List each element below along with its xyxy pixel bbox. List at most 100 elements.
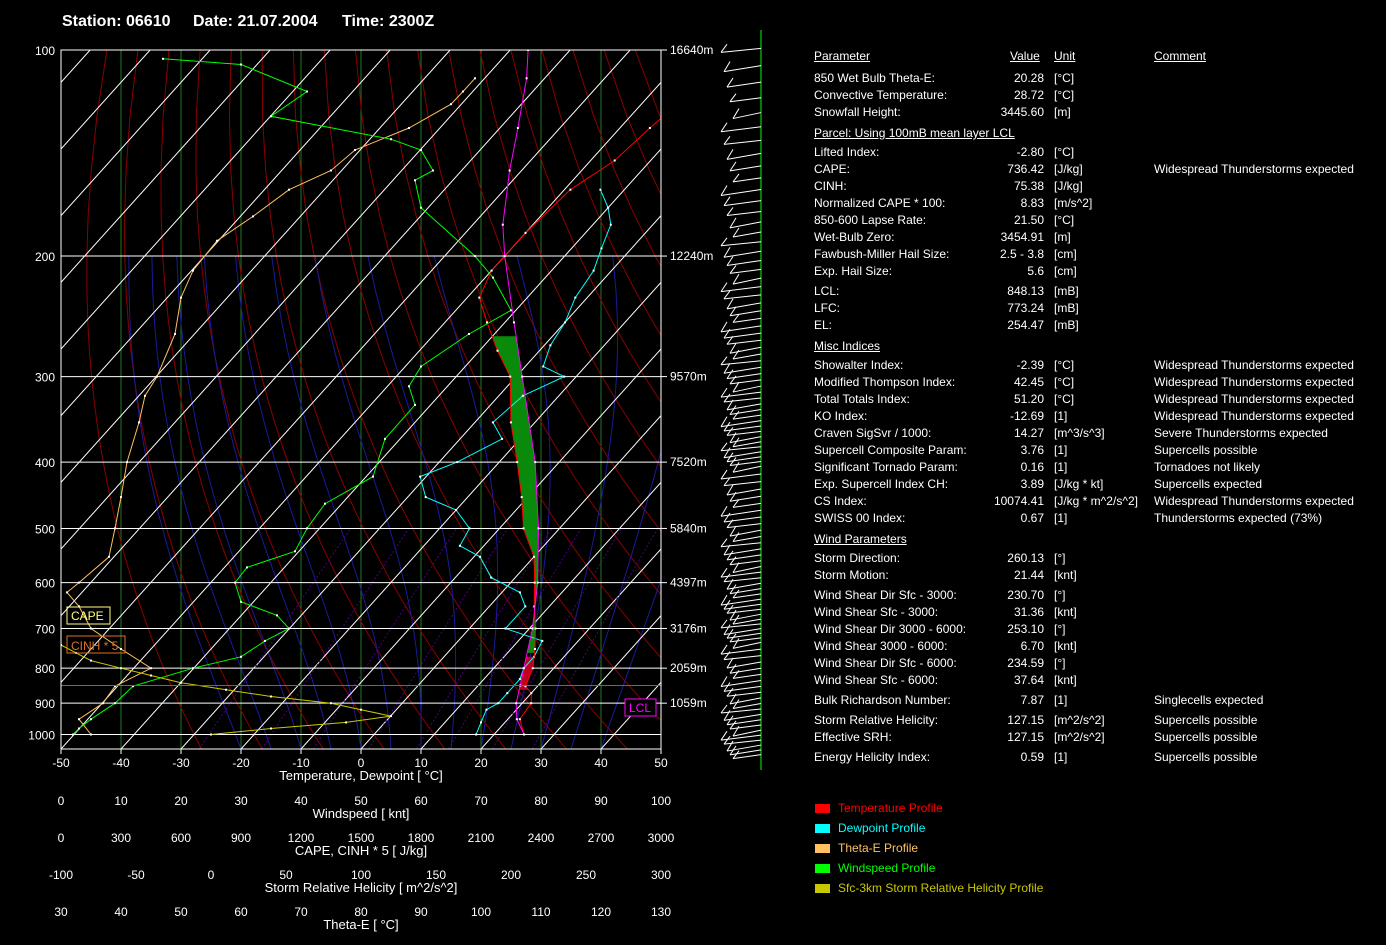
wind-barb-flag — [723, 61, 731, 72]
param-unit: [°C] — [1054, 71, 1075, 85]
windspeed-profile-point — [372, 475, 374, 478]
height-label: 16640m — [670, 43, 713, 57]
thetae-profile-point — [330, 169, 332, 172]
axis-tick-label: 50 — [174, 905, 188, 919]
wind-barb — [729, 165, 762, 172]
legend-swatch — [815, 884, 830, 893]
wind-barb — [726, 259, 762, 266]
wind-barb — [729, 749, 762, 756]
wind-barb — [732, 177, 762, 183]
axis-tick-label: 110 — [531, 905, 550, 919]
wind-barb — [720, 126, 762, 133]
param-unit: [J/kg] — [1054, 162, 1083, 176]
isotherm — [61, 50, 331, 350]
wind-barb — [720, 679, 762, 687]
wind-barb-flag — [726, 604, 734, 614]
wind-barb — [720, 446, 762, 452]
height-label: 9570m — [670, 370, 707, 384]
temperature-profile-point — [509, 421, 512, 424]
axis-tick-label: 0 — [58, 831, 65, 845]
wind-barb — [720, 648, 762, 655]
param-value: 10074.41 — [993, 494, 1044, 508]
section-title-text: Misc Indices — [814, 339, 881, 353]
param-unit: [1] — [1054, 409, 1068, 423]
param-unit: [°C] — [1054, 213, 1075, 227]
parcel-profile-point — [537, 527, 540, 530]
param-unit: [knt] — [1054, 568, 1077, 582]
pressure-tick-label: 300 — [35, 371, 55, 385]
wind-barb-flag — [723, 573, 731, 583]
param-value: 37.64 — [1013, 673, 1044, 687]
temperature-profile-point — [648, 127, 651, 129]
wind-barb-flag — [720, 122, 728, 133]
param-value: 127.15 — [1007, 730, 1044, 744]
wind-barb — [723, 655, 762, 661]
wind-barb-flag — [720, 282, 728, 292]
wind-barb — [720, 598, 762, 606]
dewpoint-profile-point — [600, 247, 603, 250]
param-unit: [°C] — [1054, 88, 1075, 102]
thetae-profile-point — [408, 127, 410, 129]
wind-barb-flag — [729, 161, 737, 172]
axis-tick-label: 0 — [58, 794, 65, 808]
windspeed-profile-point — [414, 403, 416, 406]
pressure-tick-label: 400 — [35, 456, 55, 470]
temperature-profile-point — [478, 296, 481, 299]
param-value: -12.69 — [1009, 409, 1044, 423]
wind-barb — [720, 286, 762, 293]
dewpoint-profile-point — [501, 437, 504, 440]
srh-profile-point — [330, 702, 332, 705]
param-unit: [°C] — [1054, 145, 1075, 159]
axis-title: Theta-E [ °C] — [323, 917, 398, 932]
pressure-tick-label: 200 — [35, 250, 55, 264]
wind-barb — [732, 673, 762, 679]
wind-barb — [726, 661, 762, 669]
dewpoint-profile-point — [456, 461, 459, 464]
windspeed-profile-point — [240, 655, 242, 658]
wind-barb — [732, 536, 762, 542]
param-value: 2.5 - 3.8 — [999, 247, 1044, 261]
param-value: 3.76 — [1020, 443, 1044, 457]
axis-tick-label: 120 — [591, 905, 611, 919]
param-comment: Widespread Thunderstorms expected — [1154, 409, 1354, 423]
wind-barb — [729, 560, 762, 566]
cape-box-label: CAPE — [71, 609, 104, 623]
param-unit: [m^3/s^3] — [1054, 426, 1105, 440]
wind-barb — [732, 277, 762, 285]
legend-swatch — [815, 844, 830, 853]
header-parameter: Parameter — [814, 49, 871, 63]
wind-barb-flag — [729, 720, 737, 730]
wind-barb — [729, 310, 762, 317]
srh-profile-point — [90, 659, 92, 662]
windspeed-profile-point — [474, 255, 476, 258]
temperature-profile-point — [516, 461, 519, 464]
windspeed-profile-point — [192, 667, 194, 670]
wind-barb-flag — [723, 196, 731, 206]
thetae-profile-point — [126, 461, 128, 464]
axis-tick-label: 300 — [111, 831, 131, 845]
windspeed-profile-point — [294, 550, 296, 553]
wind-barb — [720, 509, 762, 517]
axis-tick-label: 30 — [234, 794, 248, 808]
windspeed-profile-point — [420, 206, 422, 209]
param-unit: [mB] — [1054, 301, 1079, 315]
dewpoint-profile-point — [468, 527, 471, 530]
axis-tick-label: 600 — [171, 831, 191, 845]
legend-item: Dewpoint Profile — [815, 821, 1115, 837]
header-comment: Comment — [1154, 49, 1207, 63]
windspeed-profile-point — [288, 627, 290, 630]
wind-barb-flag — [723, 247, 731, 258]
dewpoint-profile-point — [475, 733, 478, 736]
wind-barb — [723, 366, 762, 374]
wind-barb-flag — [720, 567, 728, 578]
thetae-profile-point — [78, 718, 80, 721]
wind-barb — [720, 325, 762, 333]
thetae-profile-point — [114, 527, 116, 530]
dewpoint-profile-point — [563, 375, 566, 378]
wind-barb-flag — [726, 484, 734, 496]
param-value: 773.24 — [1007, 301, 1044, 315]
param-value: 3454.91 — [1000, 230, 1044, 244]
wind-barb-flag — [726, 77, 734, 88]
axis-tick-label: 50 — [654, 756, 668, 770]
wind-barb-flag — [720, 185, 728, 196]
